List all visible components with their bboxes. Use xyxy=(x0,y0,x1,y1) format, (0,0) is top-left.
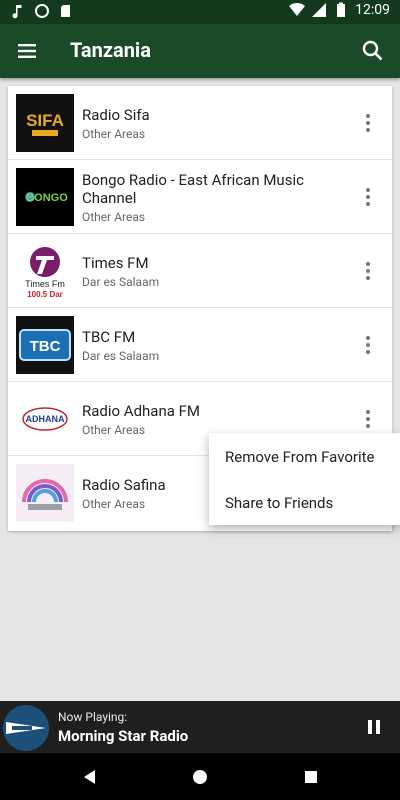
status-bar: 12:09 xyxy=(0,0,400,24)
context-menu: Remove From Favorite Share to Friends xyxy=(209,433,400,525)
bongo-radio-logo: BONGO xyxy=(16,168,74,226)
navigation-bar xyxy=(0,753,400,800)
station-area: Other Areas xyxy=(82,127,146,141)
station-area: Dar es Salaam xyxy=(82,349,160,363)
station-row[interactable]: SIFA Radio Sifa Other Areas xyxy=(8,86,392,160)
search-icon[interactable] xyxy=(360,38,386,64)
station-row[interactable]: Times Fm 100.5 Dar Times FM Dar es Salaa… xyxy=(8,234,392,308)
app-bar: Tanzania xyxy=(0,24,400,78)
pause-icon[interactable] xyxy=(366,718,382,736)
station-name: Radio Adhana FM xyxy=(82,402,201,420)
tbc-fm-logo: TBC xyxy=(16,316,74,374)
battery-icon xyxy=(337,2,346,17)
now-playing-label: Now Playing: xyxy=(58,710,128,724)
station-area: Other Areas xyxy=(82,497,146,511)
station-area: Other Areas xyxy=(82,210,146,224)
page-title: Tanzania xyxy=(70,38,151,62)
station-name: Times FM xyxy=(82,254,149,272)
share-menu-item[interactable]: Share to Friends xyxy=(225,494,333,512)
back-icon[interactable] xyxy=(80,767,100,787)
station-name: Radio Sifa xyxy=(82,106,150,124)
menu-icon[interactable] xyxy=(14,37,42,65)
svg-text:ADHANA: ADHANA xyxy=(26,414,65,424)
station-name: TBC FM xyxy=(82,328,136,346)
station-name: Bongo Radio - East African Music Channel xyxy=(82,171,304,207)
station-row[interactable]: TBC TBC FM Dar es Salaam xyxy=(8,308,392,382)
safina-radio-logo xyxy=(16,464,74,522)
signal-icon xyxy=(312,3,327,17)
now-playing-title: Morning Star Radio xyxy=(58,727,189,745)
more-vert-icon[interactable] xyxy=(358,185,378,209)
svg-text:Times Fm: Times Fm xyxy=(25,279,65,289)
recents-icon[interactable] xyxy=(301,767,321,787)
home-icon[interactable] xyxy=(190,767,210,787)
station-area: Dar es Salaam xyxy=(82,275,160,289)
sd-card-icon xyxy=(61,5,70,17)
more-vert-icon[interactable] xyxy=(358,111,378,135)
svg-text:100.5 Dar: 100.5 Dar xyxy=(27,290,63,299)
music-note-icon xyxy=(12,5,22,19)
svg-text:TBC: TBC xyxy=(30,338,61,355)
circle-status-icon xyxy=(35,4,49,18)
station-row[interactable]: BONGO Bongo Radio - East African Music C… xyxy=(8,160,392,234)
wifi-icon xyxy=(289,2,306,16)
station-area: Other Areas xyxy=(82,423,146,437)
svg-text:BONGO: BONGO xyxy=(26,192,68,204)
adhana-fm-logo: ADHANA xyxy=(16,390,74,448)
clock: 12:09 xyxy=(355,2,390,18)
more-vert-icon[interactable] xyxy=(358,407,378,431)
svg-text:SIFA: SIFA xyxy=(26,111,64,130)
remove-favorite-menu-item[interactable]: Remove From Favorite xyxy=(225,448,375,466)
sifa-radio-logo: SIFA xyxy=(16,94,74,152)
more-vert-icon[interactable] xyxy=(358,333,378,357)
times-fm-logo: Times Fm 100.5 Dar xyxy=(16,242,74,300)
now-playing-bar[interactable]: Now Playing: Morning Star Radio xyxy=(0,701,400,753)
morning-star-radio-logo xyxy=(3,705,49,751)
more-vert-icon[interactable] xyxy=(358,259,378,283)
